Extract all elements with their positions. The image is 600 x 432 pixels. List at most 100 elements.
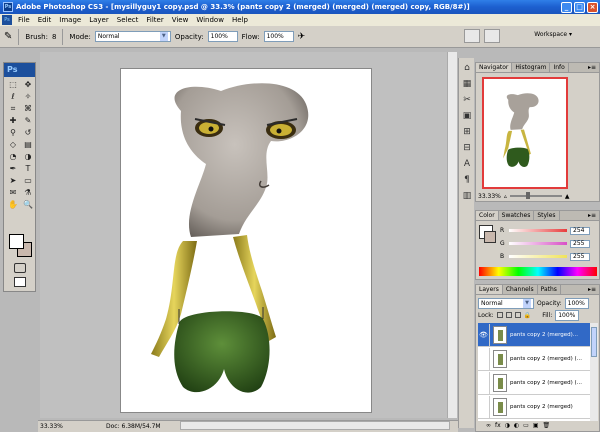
layers-footer-icon[interactable]: 🗑 [543, 422, 551, 431]
close-button[interactable]: × [587, 1, 598, 13]
quick-mask-button[interactable] [14, 263, 26, 273]
channel-g-input[interactable]: 255 [570, 239, 590, 248]
zoom-slider[interactable] [509, 192, 562, 199]
tab-styles[interactable]: Styles [534, 211, 560, 220]
blend-mode-select[interactable]: Normal ▼ [478, 297, 534, 309]
menu-edit[interactable]: Edit [34, 16, 56, 24]
visibility-eye-icon[interactable]: 👁 [478, 323, 490, 346]
layer-row[interactable]: pants copy 2 (merged) (... [478, 371, 590, 395]
slice-icon[interactable]: ⌘ [21, 103, 35, 114]
brush-palette-icon[interactable] [464, 29, 480, 43]
document-vertical-scrollbar[interactable] [447, 52, 457, 418]
panel-shortcut-icon[interactable]: ✂ [461, 94, 473, 106]
tab-channels[interactable]: Channels [503, 285, 538, 294]
layers-footer-icon[interactable]: ∞ [486, 422, 491, 431]
menu-view[interactable]: View [168, 16, 193, 24]
panel-menu-icon[interactable]: ▸≡ [588, 63, 599, 72]
menu-file[interactable]: File [14, 16, 34, 24]
brush-icon[interactable]: ✎ [21, 115, 35, 126]
dodge-icon[interactable]: ◑ [21, 151, 35, 162]
lock-transparency-icon[interactable] [496, 312, 503, 318]
move-icon[interactable]: ✥ [21, 79, 35, 90]
lock-position-icon[interactable] [514, 312, 521, 318]
color-background-swatch[interactable] [484, 231, 496, 243]
visibility-eye-icon[interactable] [478, 395, 490, 418]
menu-help[interactable]: Help [228, 16, 252, 24]
layers-footer-icon[interactable]: ◑ [505, 422, 510, 431]
brush-size[interactable]: 8 [52, 33, 56, 41]
healing-icon[interactable]: ✚ [6, 115, 20, 126]
tab-info[interactable]: Info [550, 63, 569, 72]
panel-shortcut-icon[interactable]: ⊟ [461, 142, 473, 154]
mode-select[interactable]: Normal ▼ [94, 31, 171, 42]
brush-tool-icon[interactable]: ✎ [4, 31, 12, 42]
menu-layer[interactable]: Layer [85, 16, 113, 24]
opacity-input[interactable]: 100% [207, 31, 238, 42]
screen-mode-button[interactable] [14, 277, 26, 287]
channel-r-slider[interactable] [509, 229, 567, 232]
zoom-level[interactable]: 33.33% [38, 423, 66, 430]
menu-window[interactable]: Window [192, 16, 228, 24]
maximize-button[interactable]: □ [574, 1, 585, 13]
panel-shortcut-icon[interactable]: ▥ [461, 190, 473, 202]
panel-menu-icon[interactable]: ▸≡ [588, 211, 599, 220]
layers-scroll-thumb[interactable] [591, 327, 597, 357]
tab-color[interactable]: Color [476, 211, 499, 220]
notes-icon[interactable]: ✉ [6, 187, 20, 198]
tab-navigator[interactable]: Navigator [476, 63, 513, 72]
layer-row[interactable]: pants copy 2 (merged) [478, 395, 590, 419]
panel-shortcut-icon[interactable]: ¶ [461, 174, 473, 186]
panel-menu-icon[interactable]: ▸≡ [588, 285, 599, 294]
channel-r-input[interactable]: 254 [570, 226, 590, 235]
zoom-out-icon[interactable]: ▵ [504, 193, 507, 200]
layers-footer-icon[interactable]: ▭ [523, 422, 529, 431]
lasso-icon[interactable]: ℓ [6, 91, 20, 102]
type-icon[interactable]: T [21, 163, 35, 174]
menu-filter[interactable]: Filter [142, 16, 167, 24]
layer-row[interactable]: pants copy 2 (merged) (... [478, 347, 590, 371]
zoom-in-icon[interactable]: ▲ [565, 193, 570, 200]
panel-shortcut-icon[interactable]: A [461, 158, 473, 170]
visibility-eye-icon[interactable] [478, 347, 490, 370]
eraser-icon[interactable]: ◇ [6, 139, 20, 150]
panel-shortcut-icon[interactable]: ⌂ [461, 62, 473, 74]
fill-input[interactable]: 100% [555, 309, 580, 321]
file-browser-icon[interactable] [484, 29, 500, 43]
layer-opacity-input[interactable]: 100% [564, 297, 589, 309]
path-select-icon[interactable]: ➤ [6, 175, 20, 186]
magic-wand-icon[interactable]: ✧ [21, 91, 35, 102]
zoom-icon[interactable]: 🔍 [21, 199, 35, 210]
layers-footer-icon[interactable]: ◐ [514, 422, 519, 431]
tab-paths[interactable]: Paths [538, 285, 561, 294]
lock-pixels-icon[interactable] [505, 312, 512, 318]
foreground-color-swatch[interactable] [9, 234, 24, 249]
crop-icon[interactable]: ⌗ [6, 103, 20, 114]
marquee-icon[interactable]: ⬚ [6, 79, 20, 90]
document-canvas[interactable] [120, 68, 372, 413]
minimize-button[interactable]: _ [561, 1, 572, 13]
document-horizontal-scrollbar[interactable] [180, 421, 450, 430]
blur-icon[interactable]: ◔ [6, 151, 20, 162]
history-brush-icon[interactable]: ↺ [21, 127, 35, 138]
gradient-icon[interactable]: ▤ [21, 139, 35, 150]
navigator-preview[interactable] [482, 77, 568, 189]
panel-shortcut-icon[interactable]: ▦ [461, 78, 473, 90]
channel-g-slider[interactable] [509, 242, 567, 245]
visibility-eye-icon[interactable] [478, 371, 490, 394]
panel-shortcut-icon[interactable]: ▣ [461, 110, 473, 122]
zoom-slider-thumb[interactable] [525, 192, 530, 199]
workspace-menu[interactable]: Workspace ▾ [534, 31, 572, 38]
layers-scrollbar[interactable] [590, 323, 598, 421]
lock-all-icon[interactable]: 🔒 [524, 312, 531, 319]
stamp-icon[interactable]: ⚲ [6, 127, 20, 138]
layer-row[interactable]: 👁 pants copy 2 (merged)... [478, 323, 590, 347]
navigator-zoom[interactable]: 33.33% [478, 193, 501, 200]
flow-input[interactable]: 100% [263, 31, 294, 42]
document-icon[interactable]: Ps [2, 15, 12, 25]
eyedropper-icon[interactable]: ⚗ [21, 187, 35, 198]
tab-histogram[interactable]: Histogram [512, 63, 551, 72]
layers-footer-icon[interactable]: ▣ [533, 422, 539, 431]
pen-icon[interactable]: ✒ [6, 163, 20, 174]
tab-swatches[interactable]: Swatches [499, 211, 535, 220]
shape-icon[interactable]: ▭ [21, 175, 35, 186]
